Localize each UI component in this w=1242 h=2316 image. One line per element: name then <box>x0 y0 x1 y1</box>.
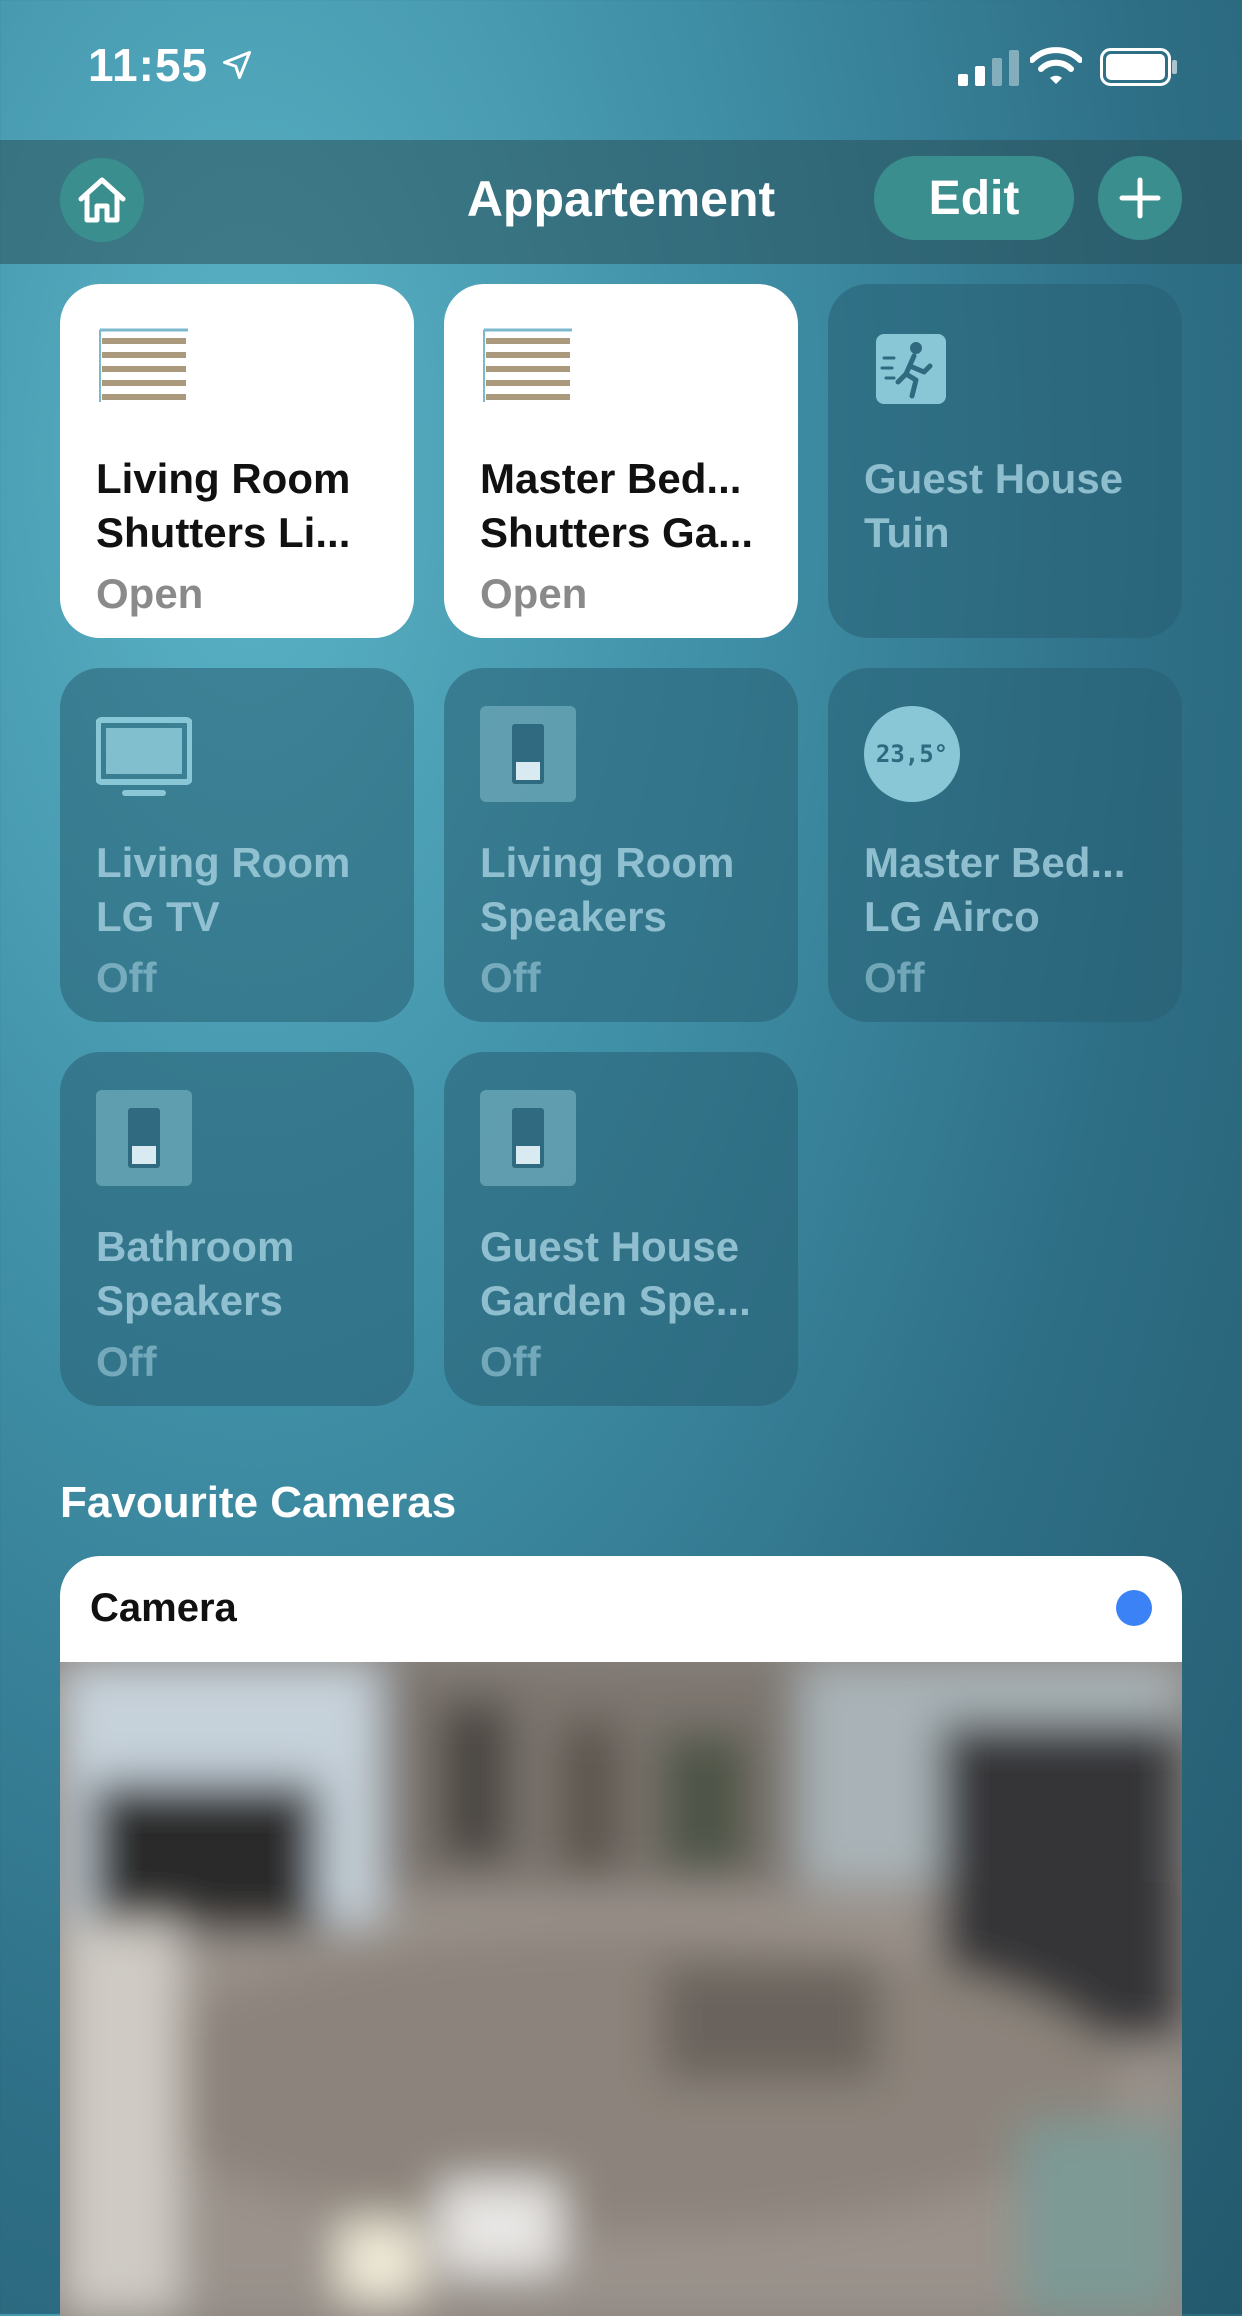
accessory-tile-guest-house-tuin[interactable]: Guest House Tuin <box>828 284 1182 638</box>
camera-label: Camera <box>90 1586 237 1630</box>
tv-icon <box>96 717 192 796</box>
motion-sensor-icon <box>876 334 946 404</box>
accessory-name: Guest House Tuin <box>864 455 1124 556</box>
camera-card[interactable]: Camera <box>60 1556 1182 2316</box>
accessory-tile-guest-house-garden-speakers[interactable]: Guest House Garden Spe... Off <box>444 1052 798 1406</box>
accessory-tile-bathroom-speakers[interactable]: Bathroom Speakers Off <box>60 1052 414 1406</box>
accessory-status: Off <box>96 954 157 1001</box>
camera-status-dot <box>1116 1590 1152 1626</box>
accessory-status: Off <box>480 1338 541 1385</box>
accessory-name: Master Bed... LG Airco <box>864 839 1126 940</box>
accessory-status: Off <box>480 954 541 1001</box>
plus-icon <box>1119 177 1161 219</box>
thermostat-temperature: 23,5° <box>875 740 949 768</box>
camera-header: Camera <box>60 1556 1182 1662</box>
accessory-status: Off <box>864 954 925 1001</box>
edit-button[interactable]: Edit <box>874 156 1074 240</box>
location-arrow-icon <box>223 51 251 79</box>
accessory-tile-living-room-speakers[interactable]: Living Room Speakers Off <box>444 668 798 1022</box>
accessory-status: Off <box>96 1338 157 1385</box>
accessory-name: Master Bed... Shutters Ga... <box>480 455 754 556</box>
add-button[interactable] <box>1098 156 1182 240</box>
battery-icon <box>1100 48 1177 86</box>
accessory-name: Living Room LG TV <box>96 839 351 940</box>
accessory-name: Guest House Garden Spe... <box>480 1223 751 1324</box>
accessory-name: Living Room Speakers <box>480 839 735 940</box>
thermostat-icon: 23,5° <box>864 706 960 802</box>
blinds-icon <box>483 328 572 402</box>
accessory-tile-master-bed-shutters[interactable]: Master Bed... Shutters Ga... Open <box>444 284 798 638</box>
wifi-icon <box>1030 47 1082 84</box>
switch-icon <box>96 1090 192 1186</box>
switch-icon <box>480 1090 576 1186</box>
camera-feed-image <box>60 1662 1182 2316</box>
camera-feed[interactable] <box>60 1662 1182 2316</box>
status-time: 11:55 <box>88 39 209 91</box>
nav-header: Appartement Edit <box>0 140 1242 264</box>
accessory-name: Living Room Shutters Li... <box>96 455 351 556</box>
accessory-status: Open <box>96 570 204 617</box>
status-bar: 11:55 <box>0 0 1242 140</box>
accessory-name: Bathroom Speakers <box>96 1223 295 1324</box>
accessory-status: Open <box>480 570 588 617</box>
blinds-icon <box>99 328 188 402</box>
switch-icon <box>480 706 576 802</box>
accessory-tile-master-bed-airco[interactable]: 23,5° Master Bed... LG Airco Off <box>828 668 1182 1022</box>
section-title-cameras: Favourite Cameras <box>60 1478 457 1527</box>
cellular-signal-icon <box>958 50 1019 86</box>
accessory-tile-living-room-tv[interactable]: Living Room LG TV Off <box>60 668 414 1022</box>
accessory-tile-living-room-shutters[interactable]: Living Room Shutters Li... Open <box>60 284 414 638</box>
